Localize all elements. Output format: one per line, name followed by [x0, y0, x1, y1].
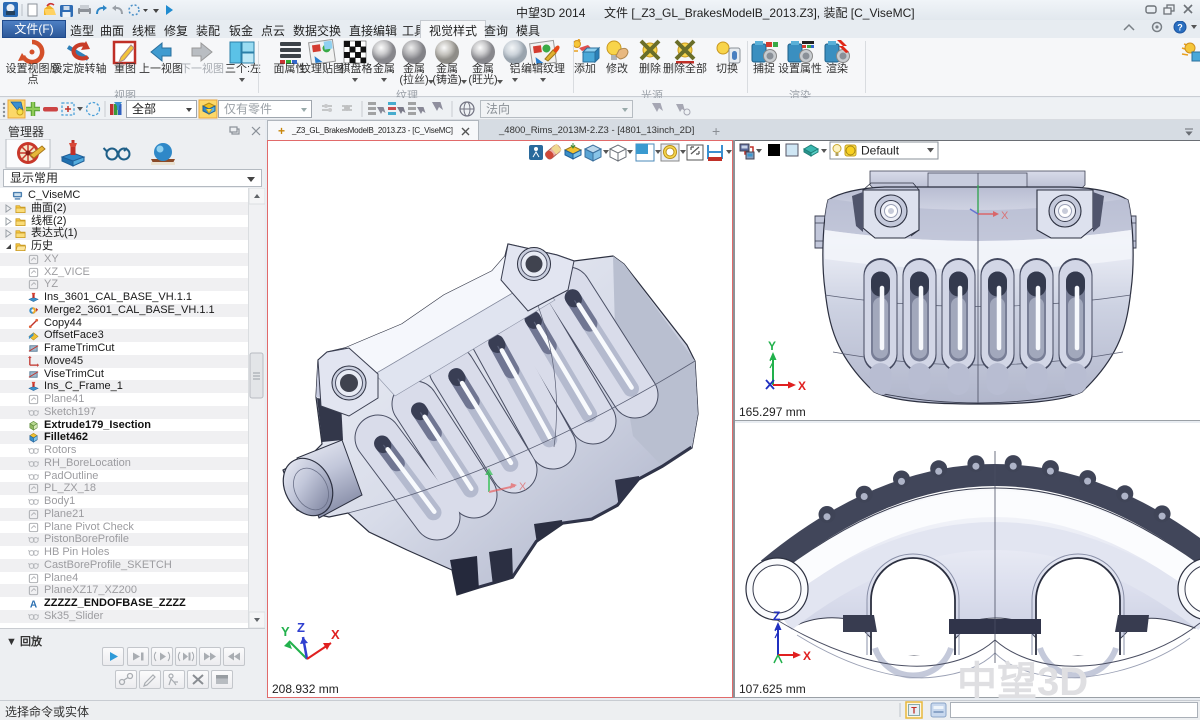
svg-text:165.297 mm: 165.297 mm: [739, 405, 806, 419]
svg-text:208.932 mm: 208.932 mm: [272, 682, 339, 696]
svg-text:Y: Y: [281, 624, 290, 639]
svg-text:107.625 mm: 107.625 mm: [739, 682, 806, 696]
svg-text:Default: Default: [861, 144, 900, 158]
svg-text:X: X: [798, 379, 806, 393]
svg-text:X: X: [803, 649, 811, 663]
svg-text:T: T: [911, 706, 917, 716]
svg-text:Y: Y: [768, 339, 776, 353]
svg-text:Z: Z: [297, 620, 305, 635]
svg-text:X: X: [1001, 210, 1009, 222]
svg-text:X: X: [519, 481, 527, 493]
svg-text:X: X: [331, 627, 340, 642]
svg-text:?: ?: [1177, 23, 1183, 33]
svg-text:Z: Z: [773, 609, 780, 623]
svg-text:中望3D: 中望3D: [957, 660, 1088, 698]
